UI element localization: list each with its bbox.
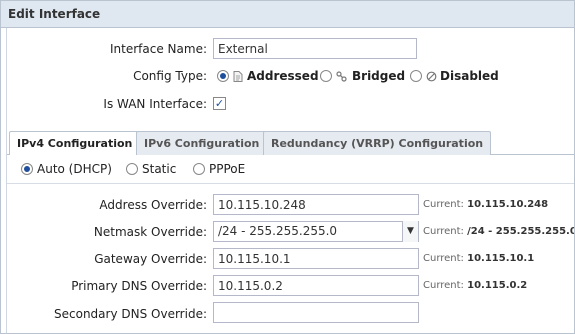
config-tabs: IPv4 Configuration IPv6 Configuration Re… xyxy=(7,128,574,156)
config-addressed-radio[interactable] xyxy=(217,70,229,82)
primary-dns-current: Current: 10.115.0.2 xyxy=(423,280,528,291)
mode-static-radio[interactable] xyxy=(126,163,138,175)
chevron-down-icon[interactable]: ▼ xyxy=(402,221,418,242)
mode-static-label[interactable]: Static xyxy=(142,162,176,176)
mode-dhcp-label[interactable]: Auto (DHCP) xyxy=(37,162,112,176)
mode-pppoe-label[interactable]: PPPoE xyxy=(209,162,245,176)
secondary-dns-override-label: Secondary DNS Override: xyxy=(54,307,207,321)
primary-dns-override-input[interactable] xyxy=(213,275,419,296)
netmask-current: Current: /24 - 255.255.255.0 xyxy=(423,226,575,237)
mode-dhcp-radio[interactable] xyxy=(21,163,33,175)
gateway-override-label: Gateway Override: xyxy=(94,252,207,266)
ipv4-mode-bar: Auto (DHCP) Static PPPoE xyxy=(7,155,574,184)
secondary-dns-override-input[interactable] xyxy=(213,302,419,323)
wan-interface-label: Is WAN Interface: xyxy=(103,97,207,111)
link-icon xyxy=(336,71,347,82)
interface-name-input[interactable] xyxy=(213,38,417,59)
netmask-override-select[interactable]: /24 - 255.255.255.0 ▼ xyxy=(213,221,419,242)
interface-name-label: Interface Name: xyxy=(110,42,207,56)
config-disabled-label[interactable]: Disabled xyxy=(440,69,499,83)
document-icon xyxy=(233,71,243,82)
wan-interface-checkbox[interactable]: ✓ xyxy=(213,97,226,110)
config-bridged-label[interactable]: Bridged xyxy=(352,69,405,83)
gateway-current: Current: 10.115.10.1 xyxy=(423,253,535,264)
address-override-label: Address Override: xyxy=(99,198,207,212)
config-bridged-radio[interactable] xyxy=(320,70,332,82)
address-override-input[interactable] xyxy=(213,194,419,215)
tab-ipv6[interactable]: IPv6 Configuration xyxy=(136,131,268,155)
netmask-selected-value: /24 - 255.255.255.0 xyxy=(218,224,338,238)
dialog-body: Interface Name: Config Type: Addressed B… xyxy=(6,28,575,333)
address-current: Current: 10.115.10.248 xyxy=(423,199,549,210)
primary-dns-override-label: Primary DNS Override: xyxy=(71,279,207,293)
mode-pppoe-radio[interactable] xyxy=(193,163,205,175)
config-type-label: Config Type: xyxy=(133,69,207,83)
netmask-override-label: Netmask Override: xyxy=(93,225,207,239)
dialog-titlebar: Edit Interface xyxy=(1,1,574,28)
dialog-title: Edit Interface xyxy=(8,7,101,21)
config-disabled-radio[interactable] xyxy=(410,70,422,82)
disabled-icon xyxy=(426,71,437,82)
gateway-override-input[interactable] xyxy=(213,248,419,269)
edit-interface-dialog: Edit Interface Interface Name: Config Ty… xyxy=(0,0,575,334)
tab-ipv4[interactable]: IPv4 Configuration xyxy=(9,131,141,156)
tab-redundancy[interactable]: Redundancy (VRRP) Configuration xyxy=(263,131,492,155)
config-addressed-label[interactable]: Addressed xyxy=(247,69,319,83)
